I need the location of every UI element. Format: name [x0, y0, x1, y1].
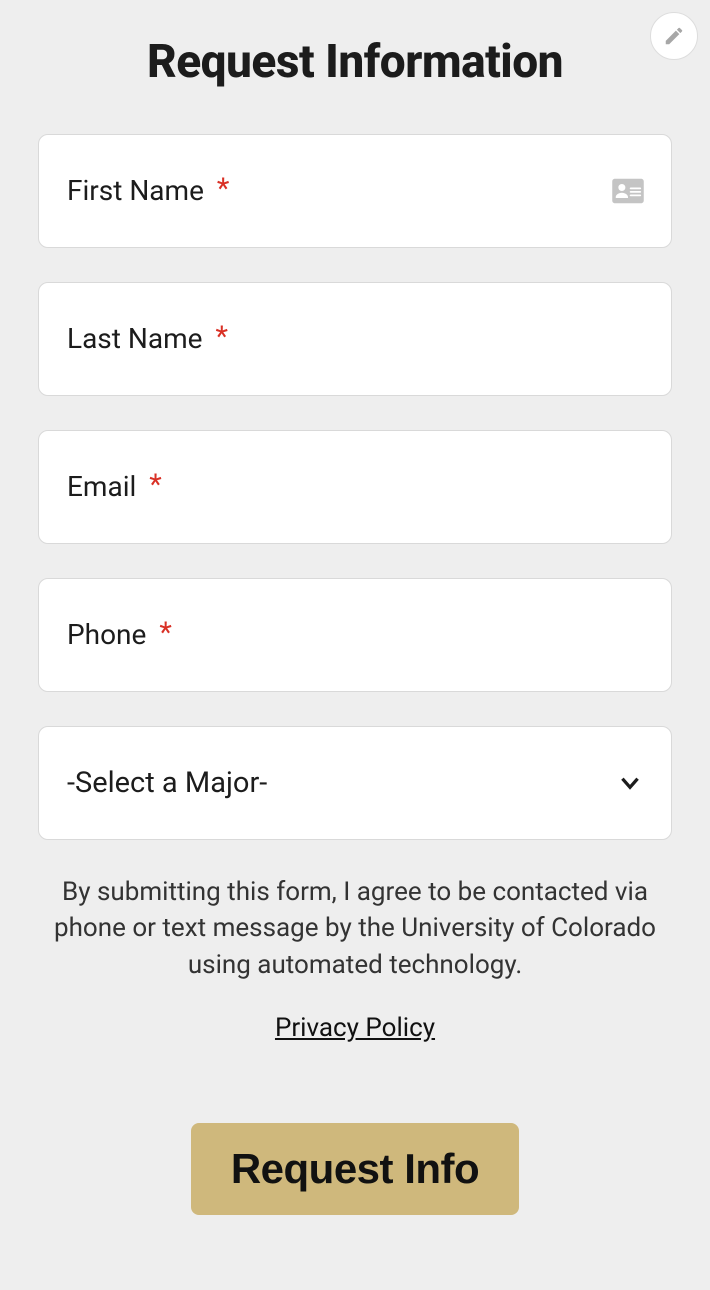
form-container: Request Information First Name * Last Na…	[0, 0, 710, 1255]
edit-button[interactable]	[650, 12, 698, 60]
request-info-button[interactable]: Request Info	[191, 1123, 519, 1215]
disclaimer-text: By submitting this form, I agree to be c…	[45, 874, 665, 983]
page-title: Request Information	[38, 35, 672, 89]
major-select[interactable]: -Select a Major-	[38, 726, 672, 840]
major-select-value: -Select a Major-	[67, 766, 617, 800]
required-marker: *	[149, 468, 162, 502]
pencil-icon	[663, 25, 685, 47]
email-label: Email *	[67, 470, 162, 504]
email-field[interactable]: Email *	[38, 430, 672, 544]
last-name-label: Last Name *	[67, 322, 228, 356]
chevron-down-icon	[617, 770, 643, 796]
id-card-icon	[611, 177, 645, 205]
first-name-label: First Name *	[67, 174, 229, 208]
required-marker: *	[215, 320, 228, 354]
last-name-field[interactable]: Last Name *	[38, 282, 672, 396]
submit-wrapper: Request Info	[38, 1123, 672, 1215]
required-marker: *	[159, 616, 172, 650]
privacy-policy-link[interactable]: Privacy Policy	[38, 1013, 672, 1043]
phone-field[interactable]: Phone *	[38, 578, 672, 692]
phone-label: Phone *	[67, 618, 172, 652]
required-marker: *	[217, 172, 230, 206]
first-name-field[interactable]: First Name *	[38, 134, 672, 248]
